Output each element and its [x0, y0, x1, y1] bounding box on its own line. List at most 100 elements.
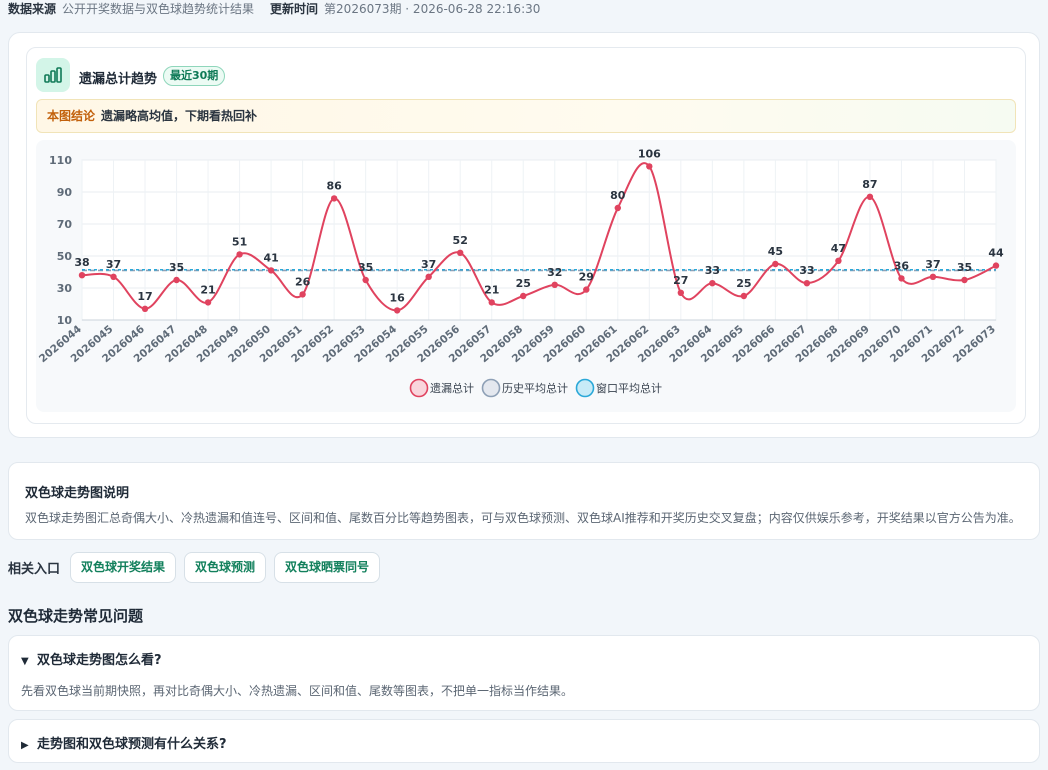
- data-point: [992, 262, 1000, 269]
- y-tick-label: 30: [57, 282, 73, 295]
- data-point: [614, 204, 621, 212]
- data-point: [457, 249, 464, 256]
- data-point: [898, 275, 905, 282]
- data-label: 25: [516, 277, 531, 290]
- data-label: 38: [74, 256, 89, 269]
- data-point: [236, 251, 243, 258]
- data-label: 35: [358, 261, 373, 274]
- y-tick-label: 90: [57, 186, 73, 199]
- y-tick-label: 110: [49, 154, 72, 167]
- conclusion-label: 本图结论: [47, 109, 96, 123]
- data-label: 32: [547, 266, 562, 279]
- faq-question-text: 走势图和双色球预测有什么关系?: [37, 737, 227, 752]
- data-label: 26: [295, 275, 311, 288]
- data-label: 29: [579, 271, 594, 284]
- data-point: [267, 267, 275, 274]
- legend-item-history-average-label: 历史平均总计: [502, 381, 568, 395]
- conclusion-banner: 本图结论 遗漏略高均值，下期看热回补: [36, 99, 1016, 133]
- related-links: 相关入口 双色球开奖结果 双色球预测 双色球晒票同号: [8, 551, 388, 583]
- period-badge: 最近30期: [163, 66, 226, 86]
- description-title: 双色球走势图说明: [25, 486, 130, 501]
- data-point: [520, 292, 527, 300]
- faq-question-text: 双色球走势图怎么看?: [37, 653, 162, 668]
- plot-area: 10 30 50 70 90 110 38 37 17 35 21 51 41 26 86 35 16 37 52 2…: [36, 140, 1016, 412]
- data-point: [583, 286, 590, 293]
- data-label: 47: [831, 242, 846, 255]
- data-point: [330, 195, 338, 202]
- data-point: [803, 280, 811, 287]
- data-label: 17: [137, 290, 152, 303]
- data-point: [488, 299, 495, 306]
- data-label: 21: [484, 283, 499, 296]
- data-point: [961, 276, 968, 284]
- data-label: 45: [768, 245, 783, 258]
- legend-item-missing-total-label: 遗漏总计: [430, 381, 474, 395]
- source-value: 公开开奖数据与双色球趋势统计结果: [62, 2, 255, 16]
- y-tick-label: 10: [57, 314, 73, 327]
- data-label: 37: [421, 258, 436, 271]
- update-value: 第2026073期 · 2026-06-28 22:16:30: [324, 2, 541, 16]
- source-label: 数据来源: [8, 2, 57, 16]
- data-point: [929, 273, 937, 280]
- data-label: 86: [326, 179, 342, 192]
- data-point: [141, 305, 149, 312]
- legend-item-window-average-label: 窗口平均总计: [596, 381, 662, 395]
- chart-title: 遗漏总计趋势: [79, 72, 158, 87]
- data-point: [740, 292, 748, 300]
- data-label: 21: [200, 283, 215, 296]
- faq-item: ▼ 双色球走势图怎么看? 先看双色球当前期快照，再对比奇偶大小、冷热遗漏、区间和值…: [8, 635, 1040, 711]
- data-label: 35: [957, 261, 972, 274]
- faq-item: ▶ 走势图和双色球预测有什么关系?: [8, 719, 1040, 763]
- related-label: 相关入口: [8, 561, 61, 577]
- data-label: 36: [894, 259, 910, 272]
- data-point: [362, 276, 369, 284]
- update-label: 更新时间: [270, 2, 319, 16]
- data-label: 41: [263, 251, 278, 264]
- data-label: 37: [925, 258, 940, 271]
- data-label: 87: [862, 178, 877, 191]
- data-label: 52: [453, 234, 468, 247]
- conclusion-text: 遗漏略高均值，下期看热回补: [101, 109, 258, 123]
- related-link-shared-tickets[interactable]: 双色球晒票同号: [274, 551, 381, 583]
- legend-item-missing-total-swatch: [409, 378, 429, 398]
- data-point: [772, 260, 779, 268]
- data-label: 106: [638, 147, 661, 160]
- line-chart: 10 30 50 70 90 110 38 37 17 35 21 51 41 26 86 35 16 37 52 2…: [37, 147, 1004, 398]
- data-point: [646, 163, 653, 170]
- description-text: 双色球走势图汇总奇偶大小、冷热遗漏和值连号、区间和值、尾数百分比等趋势图表，可与…: [25, 511, 1021, 525]
- faq-question[interactable]: ▶ 走势图和双色球预测有什么关系?: [21, 733, 227, 752]
- faq-title: 双色球走势常见问题: [8, 607, 144, 625]
- data-point: [709, 280, 716, 287]
- collapsed-arrow-icon: ▶: [21, 740, 29, 751]
- related-link-results[interactable]: 双色球开奖结果: [70, 551, 177, 583]
- data-label: 44: [988, 247, 1004, 260]
- chart-section: 遗漏总计趋势 最近30期 本图结论 遗漏略高均值，下期看热回补 10 30 50 70 9…: [8, 32, 1040, 438]
- data-point: [425, 273, 432, 280]
- data-point: [110, 273, 117, 280]
- data-point: [866, 193, 874, 200]
- data-point: [299, 291, 306, 298]
- data-point: [551, 281, 558, 288]
- data-point: [393, 307, 401, 314]
- data-point: [835, 257, 842, 264]
- related-link-prediction[interactable]: 双色球预测: [184, 551, 267, 583]
- faq-question[interactable]: ▼ 双色球走势图怎么看?: [21, 649, 162, 668]
- expanded-arrow-icon: ▼: [21, 656, 29, 667]
- legend-item-window-average-swatch: [575, 378, 595, 398]
- data-label: 33: [705, 264, 720, 277]
- data-meta-bar: 数据来源 公开开奖数据与双色球趋势统计结果 更新时间 第2026073期 · 2026…: [8, 0, 540, 16]
- data-point: [78, 272, 86, 279]
- data-label: 80: [610, 189, 626, 202]
- data-label: 25: [736, 277, 751, 290]
- faq-answer: 先看双色球当前期快照，再对比奇偶大小、冷热遗漏、区间和值、尾数等图表，不把单一指…: [21, 684, 574, 698]
- y-tick-label: 50: [57, 250, 73, 263]
- bar-chart-icon: [36, 58, 70, 92]
- data-point: [173, 276, 180, 284]
- data-label: 33: [799, 264, 814, 277]
- data-label: 37: [106, 258, 121, 271]
- data-label: 27: [673, 274, 688, 287]
- chart-card: 遗漏总计趋势 最近30期 本图结论 遗漏略高均值，下期看热回补 10 30 50 70 9…: [26, 47, 1026, 424]
- data-point: [204, 299, 212, 306]
- plot-background: [81, 159, 997, 321]
- data-label: 16: [390, 291, 406, 304]
